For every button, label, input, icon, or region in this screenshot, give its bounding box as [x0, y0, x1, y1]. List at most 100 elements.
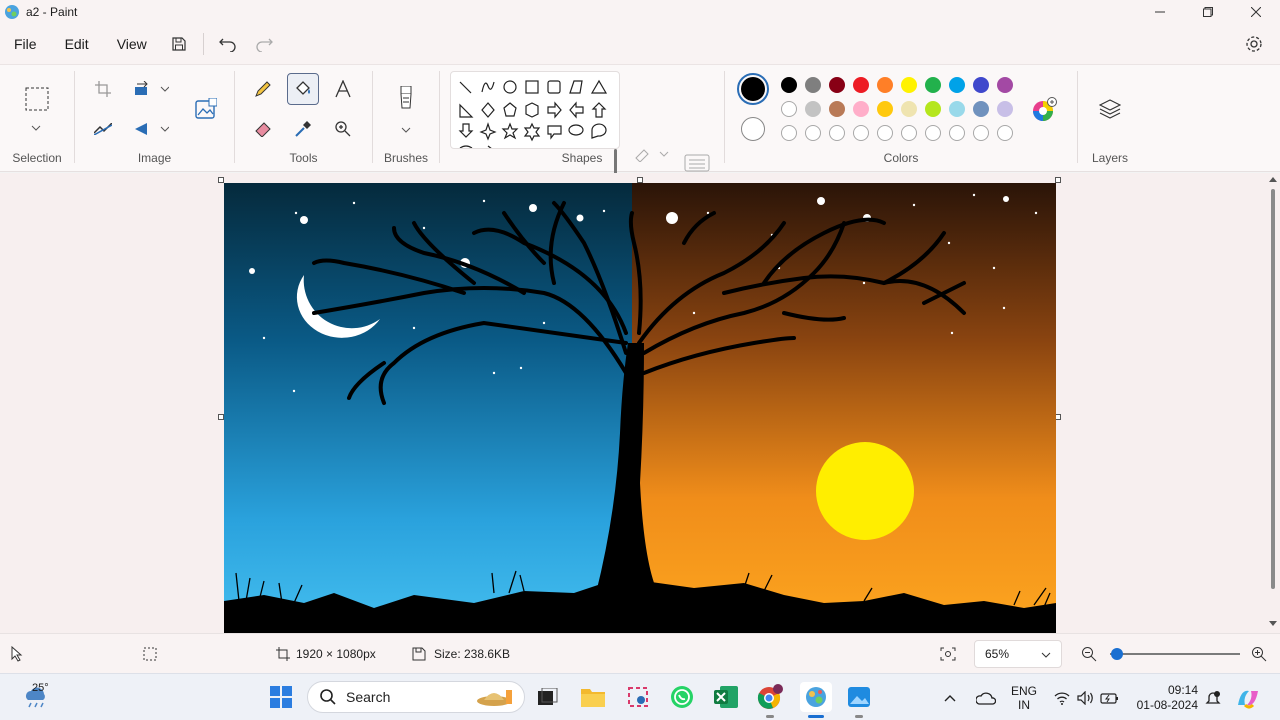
- select-all-button[interactable]: [87, 113, 119, 145]
- palette-color[interactable]: [925, 77, 941, 93]
- layers-icon: [1099, 99, 1121, 119]
- resize-button[interactable]: [129, 73, 173, 105]
- image-generator-button[interactable]: [190, 93, 222, 125]
- eraser-tool[interactable]: [247, 113, 279, 145]
- start-button[interactable]: [266, 682, 296, 712]
- palette-color[interactable]: [877, 101, 893, 117]
- selection-dropdown[interactable]: [31, 119, 41, 134]
- palette-color[interactable]: [829, 101, 845, 117]
- redo-button[interactable]: [246, 26, 282, 62]
- battery-button[interactable]: [1100, 674, 1120, 720]
- palette-color[interactable]: [781, 101, 797, 117]
- selection-button[interactable]: [21, 83, 53, 115]
- zoom-slider-thumb[interactable]: [1110, 648, 1123, 660]
- volume-button[interactable]: [1077, 674, 1095, 720]
- edit-colors-button[interactable]: [1031, 97, 1057, 123]
- custom-color-slot[interactable]: [781, 125, 797, 141]
- settings-button[interactable]: [1238, 28, 1270, 60]
- custom-color-slot[interactable]: [853, 125, 869, 141]
- canvas-area[interactable]: [0, 173, 1280, 633]
- palette-color[interactable]: [949, 101, 965, 117]
- close-button[interactable]: [1232, 0, 1280, 24]
- custom-color-slot[interactable]: [925, 125, 941, 141]
- region-code: IN: [1018, 697, 1030, 712]
- save-button[interactable]: [161, 26, 197, 62]
- wifi-icon: [1054, 691, 1070, 705]
- palette-color[interactable]: [997, 77, 1013, 93]
- chrome-button[interactable]: [755, 682, 785, 718]
- palette-color[interactable]: [901, 101, 917, 117]
- scrollbar-thumb[interactable]: [1271, 189, 1275, 589]
- vertical-scrollbar[interactable]: [1266, 173, 1280, 633]
- zoom-in-button[interactable]: [1251, 634, 1267, 674]
- menu-view[interactable]: View: [103, 24, 161, 64]
- palette-color[interactable]: [901, 77, 917, 93]
- layers-button[interactable]: [1094, 93, 1126, 125]
- palette-color[interactable]: [853, 77, 869, 93]
- custom-color-slot[interactable]: [997, 125, 1013, 141]
- fit-to-window-button[interactable]: [940, 634, 956, 674]
- palette-color[interactable]: [781, 77, 797, 93]
- paint-taskbar-button[interactable]: [800, 682, 832, 718]
- brushes-dropdown[interactable]: [401, 121, 411, 136]
- language-indicator[interactable]: ENG IN: [1011, 674, 1037, 720]
- zoom-slider-track[interactable]: [1110, 653, 1240, 655]
- network-button[interactable]: [1054, 674, 1070, 720]
- custom-color-slot[interactable]: [901, 125, 917, 141]
- minimize-button[interactable]: [1136, 0, 1184, 24]
- secondary-color[interactable]: [741, 117, 765, 141]
- file-explorer-button[interactable]: [578, 682, 608, 712]
- show-hidden-icons-button[interactable]: [944, 674, 956, 720]
- palette-color[interactable]: [829, 77, 845, 93]
- zoom-select[interactable]: 65%: [974, 640, 1062, 668]
- pencil-tool[interactable]: [247, 73, 279, 105]
- text-tool[interactable]: [327, 73, 359, 105]
- excel-button[interactable]: [711, 682, 741, 712]
- taskbar-search[interactable]: Search: [307, 681, 525, 713]
- undo-button[interactable]: [210, 26, 246, 62]
- color-picker-tool[interactable]: [287, 113, 319, 145]
- maximize-button[interactable]: [1184, 0, 1232, 24]
- photos-button[interactable]: [844, 682, 874, 718]
- custom-color-slot[interactable]: [829, 125, 845, 141]
- canvas-artwork: [224, 183, 1056, 633]
- clock[interactable]: 09:14 01-08-2024: [1134, 674, 1198, 720]
- magnifier-tool[interactable]: [327, 113, 359, 145]
- menu-edit[interactable]: Edit: [51, 24, 103, 64]
- ribbon: Selection Image Tools Brushes Shapes Col…: [0, 64, 1280, 202]
- snipping-tool-button[interactable]: [623, 682, 653, 712]
- copilot-button[interactable]: [1235, 674, 1261, 720]
- custom-color-slot[interactable]: [877, 125, 893, 141]
- pencil-icon: [255, 81, 271, 97]
- zoom-out-button[interactable]: [1081, 634, 1097, 674]
- magnifier-icon: [335, 121, 351, 137]
- colors-group: Colors: [725, 65, 1077, 173]
- custom-color-slot[interactable]: [805, 125, 821, 141]
- rotate-button[interactable]: [129, 113, 173, 145]
- palette-color[interactable]: [997, 101, 1013, 117]
- palette-color[interactable]: [973, 77, 989, 93]
- crop-button[interactable]: [87, 73, 119, 105]
- palette-color[interactable]: [853, 101, 869, 117]
- task-view-button[interactable]: [533, 682, 563, 712]
- palette-color[interactable]: [877, 77, 893, 93]
- custom-color-slot[interactable]: [973, 125, 989, 141]
- palette-color[interactable]: [805, 77, 821, 93]
- palette-color[interactable]: [805, 101, 821, 117]
- notifications-button[interactable]: [1205, 674, 1221, 720]
- onedrive-button[interactable]: [976, 674, 996, 720]
- status-bar: 1920 × 1080px Size: 238.6KB 65%: [0, 633, 1280, 673]
- file-size: Size: 238.6KB: [412, 634, 510, 674]
- custom-color-slot[interactable]: [949, 125, 965, 141]
- weather-widget[interactable]: 25°: [16, 682, 56, 712]
- whatsapp-button[interactable]: [667, 682, 697, 712]
- outline-button[interactable]: [632, 139, 672, 171]
- palette-color[interactable]: [925, 101, 941, 117]
- primary-color[interactable]: [737, 73, 769, 105]
- palette-color[interactable]: [973, 101, 989, 117]
- drawing-canvas[interactable]: [224, 183, 1056, 633]
- palette-color[interactable]: [949, 77, 965, 93]
- menu-file[interactable]: File: [0, 24, 51, 64]
- fill-tool[interactable]: [287, 73, 319, 105]
- brushes-button[interactable]: [390, 83, 422, 115]
